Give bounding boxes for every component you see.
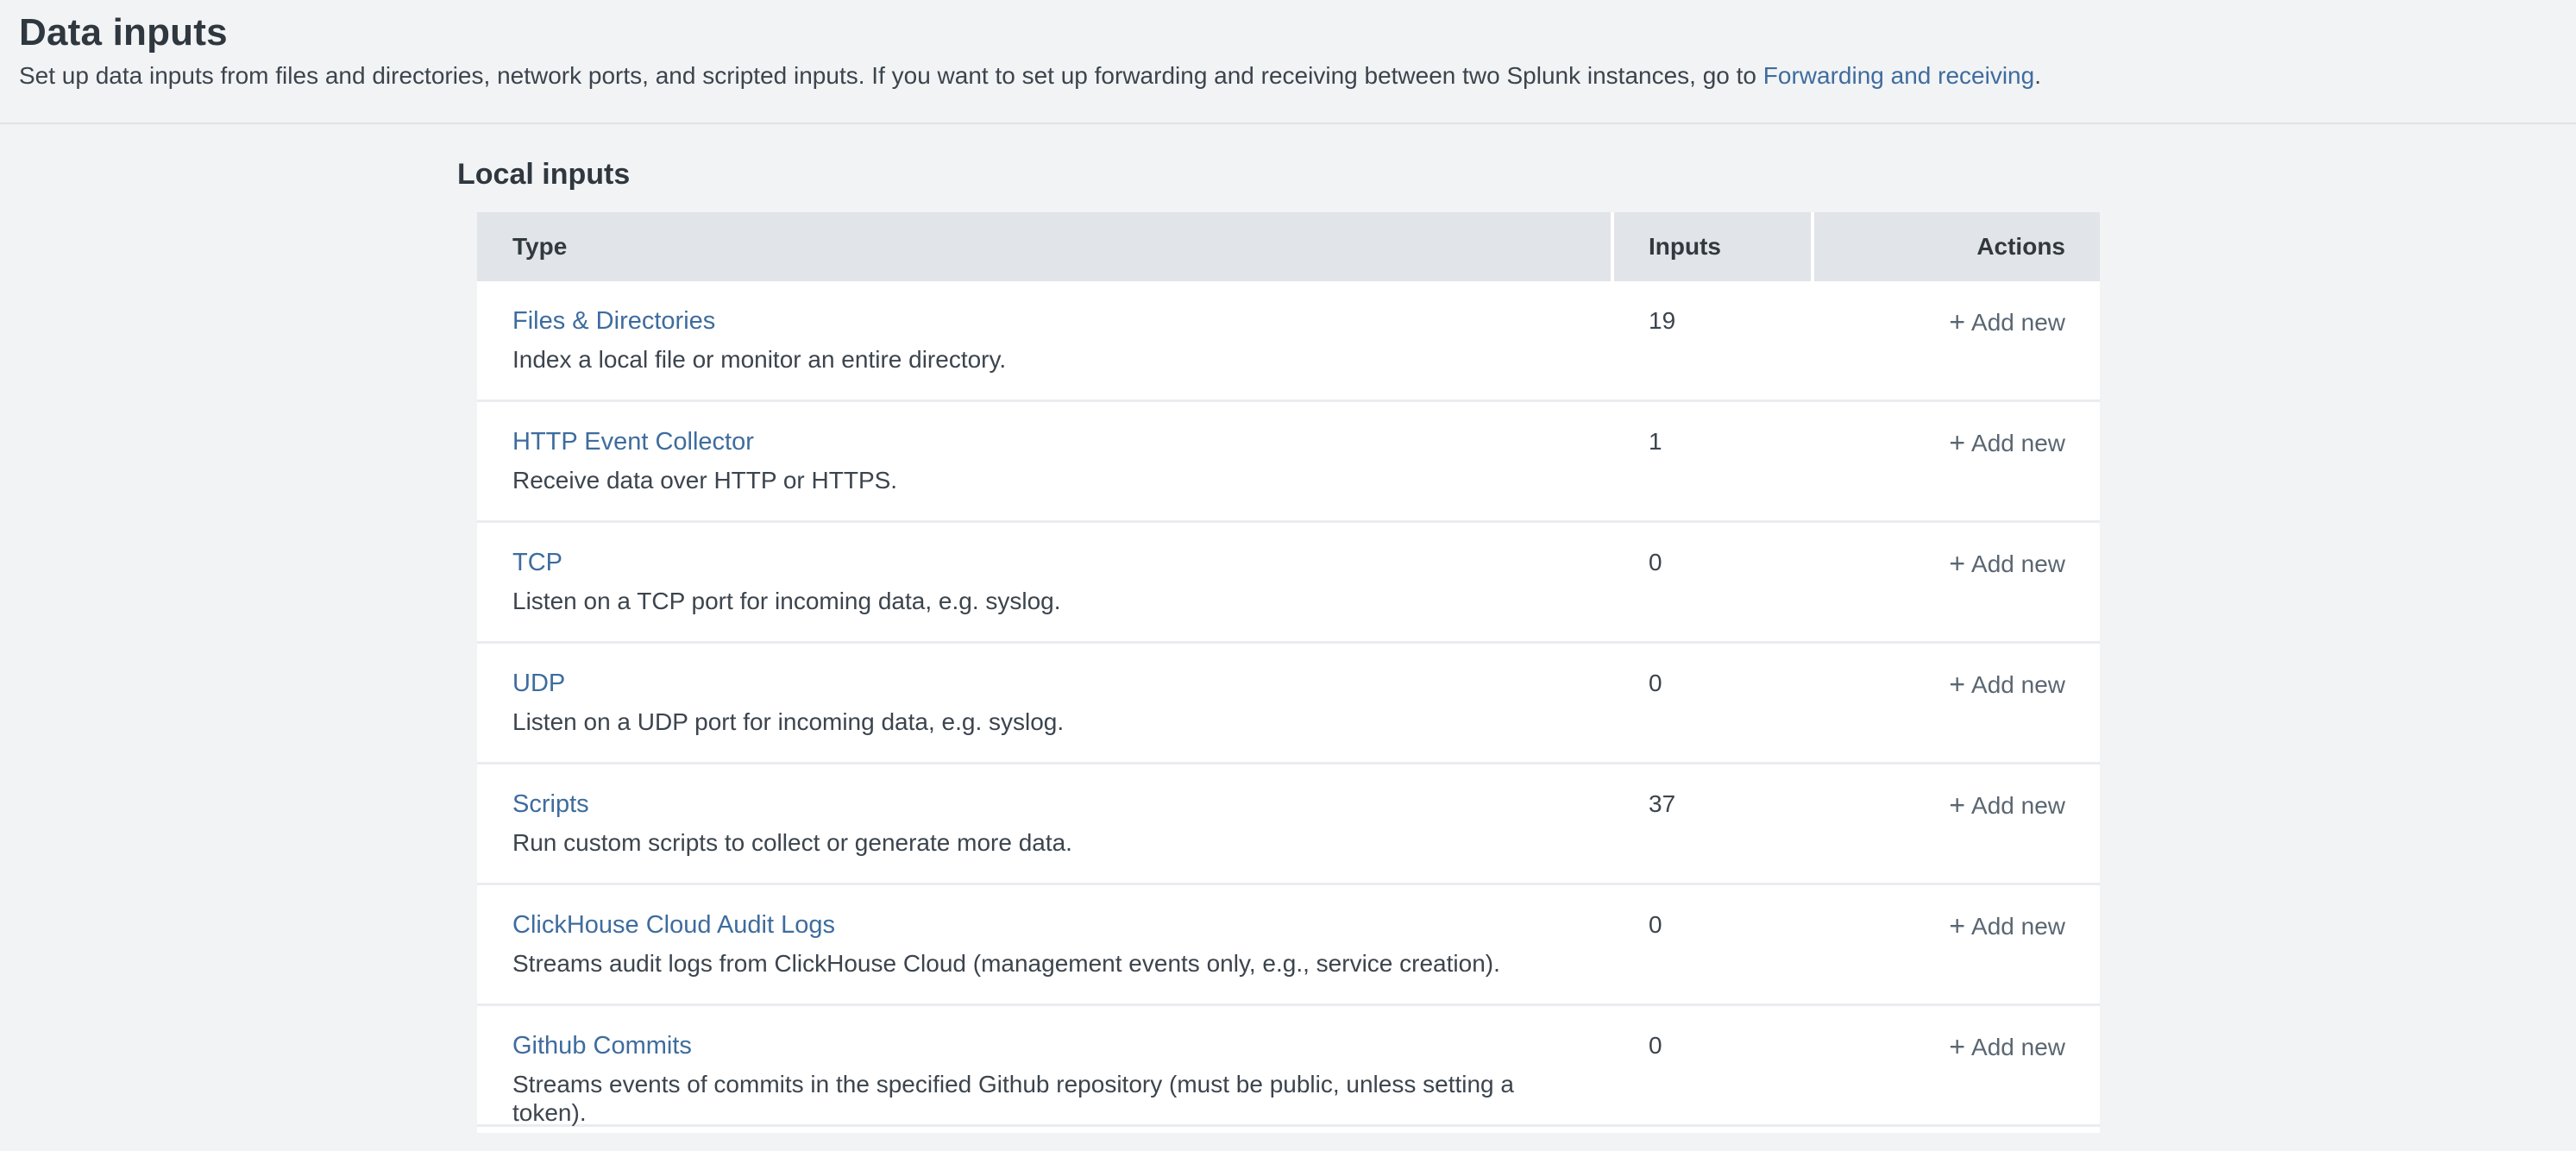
row-description: Streams events of commits in the specifi…	[512, 1070, 1576, 1127]
row-description: Streams audit logs from ClickHouse Cloud…	[512, 949, 1576, 978]
table-row-scripts: Scripts Run custom scripts to collect or…	[477, 764, 2100, 885]
table-row-udp: UDP Listen on a UDP port for incoming da…	[477, 644, 2100, 764]
github-commits-link[interactable]: Github Commits	[512, 1031, 692, 1060]
add-new-button[interactable]: +Add new	[1949, 913, 2065, 940]
page-header: Data inputs Set up data inputs from file…	[0, 0, 2576, 124]
add-new-label: Add new	[1971, 550, 2065, 577]
plus-icon: +	[1949, 306, 1965, 337]
scripts-link[interactable]: Scripts	[512, 789, 589, 819]
inputs-count: 0	[1649, 1032, 1662, 1059]
forwarding-and-receiving-link[interactable]: Forwarding and receiving	[1763, 62, 2034, 89]
table-row-tcp: TCP Listen on a TCP port for incoming da…	[477, 523, 2100, 644]
row-description: Run custom scripts to collect or generat…	[512, 828, 1576, 857]
inputs-count: 1	[1649, 428, 1662, 455]
table-row-files-directories: Files & Directories Index a local file o…	[477, 281, 2100, 402]
add-new-label: Add new	[1971, 1034, 2065, 1060]
table-row-github-commits: Github Commits Streams events of commits…	[477, 1006, 2100, 1127]
inputs-count: 0	[1649, 670, 1662, 696]
files-directories-link[interactable]: Files & Directories	[512, 306, 715, 336]
column-header-actions: Actions	[1811, 212, 2100, 281]
inputs-count: 37	[1649, 790, 1675, 817]
add-new-button[interactable]: +Add new	[1949, 1034, 2065, 1060]
plus-icon: +	[1949, 789, 1965, 821]
tcp-link[interactable]: TCP	[512, 548, 562, 577]
column-header-type: Type	[477, 212, 1611, 281]
page-subtitle-period: .	[2034, 62, 2041, 89]
plus-icon: +	[1949, 1031, 1965, 1062]
add-new-label: Add new	[1971, 309, 2065, 336]
add-new-label: Add new	[1971, 671, 2065, 698]
main-content: Local inputs Type Inputs Actions Files &…	[457, 124, 2576, 1133]
table-body: Files & Directories Index a local file o…	[477, 281, 2100, 1133]
inputs-count: 19	[1649, 307, 1675, 334]
table-row-http-event-collector: HTTP Event Collector Receive data over H…	[477, 402, 2100, 523]
plus-icon: +	[1949, 669, 1965, 700]
table-row-clickhouse-cloud-audit-logs: ClickHouse Cloud Audit Logs Streams audi…	[477, 885, 2100, 1006]
plus-icon: +	[1949, 548, 1965, 579]
local-inputs-table: Type Inputs Actions Files & Directories …	[477, 212, 2100, 1133]
add-new-label: Add new	[1971, 430, 2065, 456]
row-description: Listen on a TCP port for incoming data, …	[512, 587, 1576, 615]
add-new-button[interactable]: +Add new	[1949, 430, 2065, 456]
page-subtitle: Set up data inputs from files and direct…	[19, 63, 2555, 89]
clickhouse-cloud-audit-logs-link[interactable]: ClickHouse Cloud Audit Logs	[512, 910, 835, 940]
udp-link[interactable]: UDP	[512, 669, 565, 698]
inputs-count: 0	[1649, 911, 1662, 938]
row-description: Receive data over HTTP or HTTPS.	[512, 466, 1576, 494]
add-new-button[interactable]: +Add new	[1949, 671, 2065, 698]
plus-icon: +	[1949, 427, 1965, 458]
add-new-button[interactable]: +Add new	[1949, 792, 2065, 819]
add-new-button[interactable]: +Add new	[1949, 550, 2065, 577]
next-row-partial	[477, 1127, 2100, 1133]
add-new-button[interactable]: +Add new	[1949, 309, 2065, 336]
page-title: Data inputs	[19, 10, 2555, 55]
inputs-count: 0	[1649, 549, 1662, 576]
column-header-inputs: Inputs	[1611, 212, 1811, 281]
add-new-label: Add new	[1971, 913, 2065, 940]
row-description: Index a local file or monitor an entire …	[512, 345, 1576, 374]
http-event-collector-link[interactable]: HTTP Event Collector	[512, 427, 754, 456]
add-new-label: Add new	[1971, 792, 2065, 819]
plus-icon: +	[1949, 910, 1965, 941]
table-header-row: Type Inputs Actions	[477, 212, 2100, 281]
row-description: Listen on a UDP port for incoming data, …	[512, 708, 1576, 736]
page-subtitle-text: Set up data inputs from files and direct…	[19, 62, 1763, 89]
section-title: Local inputs	[457, 157, 2576, 192]
